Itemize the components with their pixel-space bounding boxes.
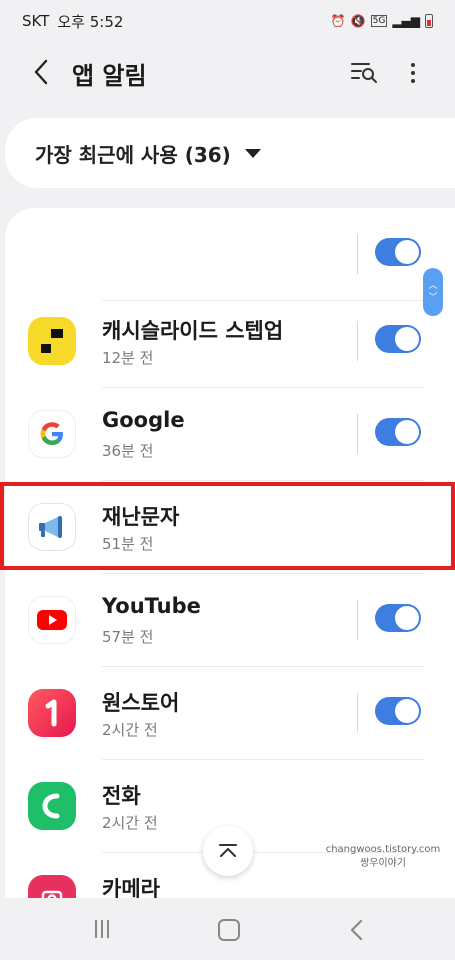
- alarm-icon: ⏰: [330, 14, 346, 28]
- phone-app-icon: [28, 782, 76, 830]
- megaphone-app-icon: [28, 503, 76, 551]
- list-item[interactable]: [5, 208, 455, 301]
- fast-scroll-thumb[interactable]: ︿ ﹀: [423, 268, 443, 316]
- more-options-button[interactable]: [398, 56, 428, 90]
- watermark-url: changwoos.tistory.com: [325, 844, 441, 855]
- last-used-time: 12분 전: [102, 349, 154, 367]
- nav-back-button[interactable]: [346, 918, 368, 942]
- app-name: YouTube: [102, 594, 201, 618]
- back-button[interactable]: [26, 54, 56, 90]
- more-vert-icon: [411, 63, 415, 67]
- signal-icon: ▂▄▆: [392, 14, 420, 28]
- notification-toggle[interactable]: [375, 697, 421, 725]
- page-title: 앱 알림: [72, 62, 147, 90]
- last-used-time: 36분 전: [102, 442, 154, 460]
- app-notification-list: 캐시슬라이드 스텝업 12분 전 Google 36분 전 재난문자 51분 전…: [5, 208, 455, 898]
- app-bar: 앱 알림: [0, 42, 455, 104]
- scroll-top-icon: [219, 844, 237, 857]
- recents-button[interactable]: [92, 920, 112, 940]
- notification-toggle[interactable]: [375, 238, 421, 266]
- notification-toggle[interactable]: [375, 325, 421, 353]
- list-item[interactable]: 재난문자 51분 전: [5, 481, 455, 574]
- last-used-time: 2시간 전: [102, 721, 158, 739]
- last-used-time: 57분 전: [102, 628, 154, 646]
- status-bar: SKT 오후 5:52 ⏰ 🔇 5G ▂▄▆: [0, 0, 455, 42]
- onestore-app-icon: [28, 689, 76, 737]
- app-name: 전화: [102, 784, 141, 808]
- chevron-up-icon: ︿: [428, 281, 438, 291]
- recents-icon: [95, 920, 97, 938]
- cashslide-app-icon: [28, 317, 76, 365]
- sort-dropdown[interactable]: 가장 최근에 사용 (36): [5, 118, 455, 188]
- list-item[interactable]: 캐시슬라이드 스텝업 12분 전: [5, 295, 455, 388]
- battery-icon: [425, 14, 433, 28]
- search-filter-icon: [351, 63, 377, 83]
- app-name: 재난문자: [102, 505, 180, 529]
- watermark-name: 쌍우이야기: [360, 858, 406, 869]
- chevron-down-icon: ﹀: [428, 293, 438, 303]
- list-item[interactable]: Google 36분 전: [5, 388, 455, 481]
- list-item[interactable]: 원스토어 2시간 전: [5, 667, 455, 760]
- last-used-time: 51분 전: [102, 535, 154, 553]
- app-name: 캐시슬라이드 스텝업: [102, 319, 284, 343]
- watermark: changwoos.tistory.com 쌍우이야기: [318, 843, 448, 871]
- app-name: 카메라: [102, 877, 160, 898]
- mute-icon: 🔇: [350, 14, 366, 28]
- youtube-app-icon: [28, 596, 76, 644]
- caret-down-icon: [244, 148, 261, 158]
- scroll-to-top-button[interactable]: [203, 826, 253, 876]
- list-item[interactable]: YouTube 57분 전: [5, 574, 455, 667]
- redacted-area: [29, 210, 235, 288]
- last-used-time: 2시간 전: [102, 814, 158, 832]
- clock: 오후 5:52: [57, 12, 124, 31]
- navigation-bar: [0, 900, 455, 960]
- notification-toggle[interactable]: [375, 418, 421, 446]
- app-name: 원스토어: [102, 691, 180, 715]
- back-arrow-icon: [34, 59, 48, 85]
- sort-label: 가장 최근에 사용 (36): [35, 142, 231, 167]
- camera-app-icon: [28, 875, 76, 898]
- network-badge: 5G: [370, 15, 388, 27]
- notification-toggle[interactable]: [375, 604, 421, 632]
- carrier-label: SKT: [22, 12, 50, 30]
- google-app-icon: [28, 410, 76, 458]
- nav-back-icon: [350, 919, 363, 941]
- home-button[interactable]: [218, 919, 240, 941]
- filter-search-button[interactable]: [347, 56, 381, 90]
- app-name: Google: [102, 408, 185, 432]
